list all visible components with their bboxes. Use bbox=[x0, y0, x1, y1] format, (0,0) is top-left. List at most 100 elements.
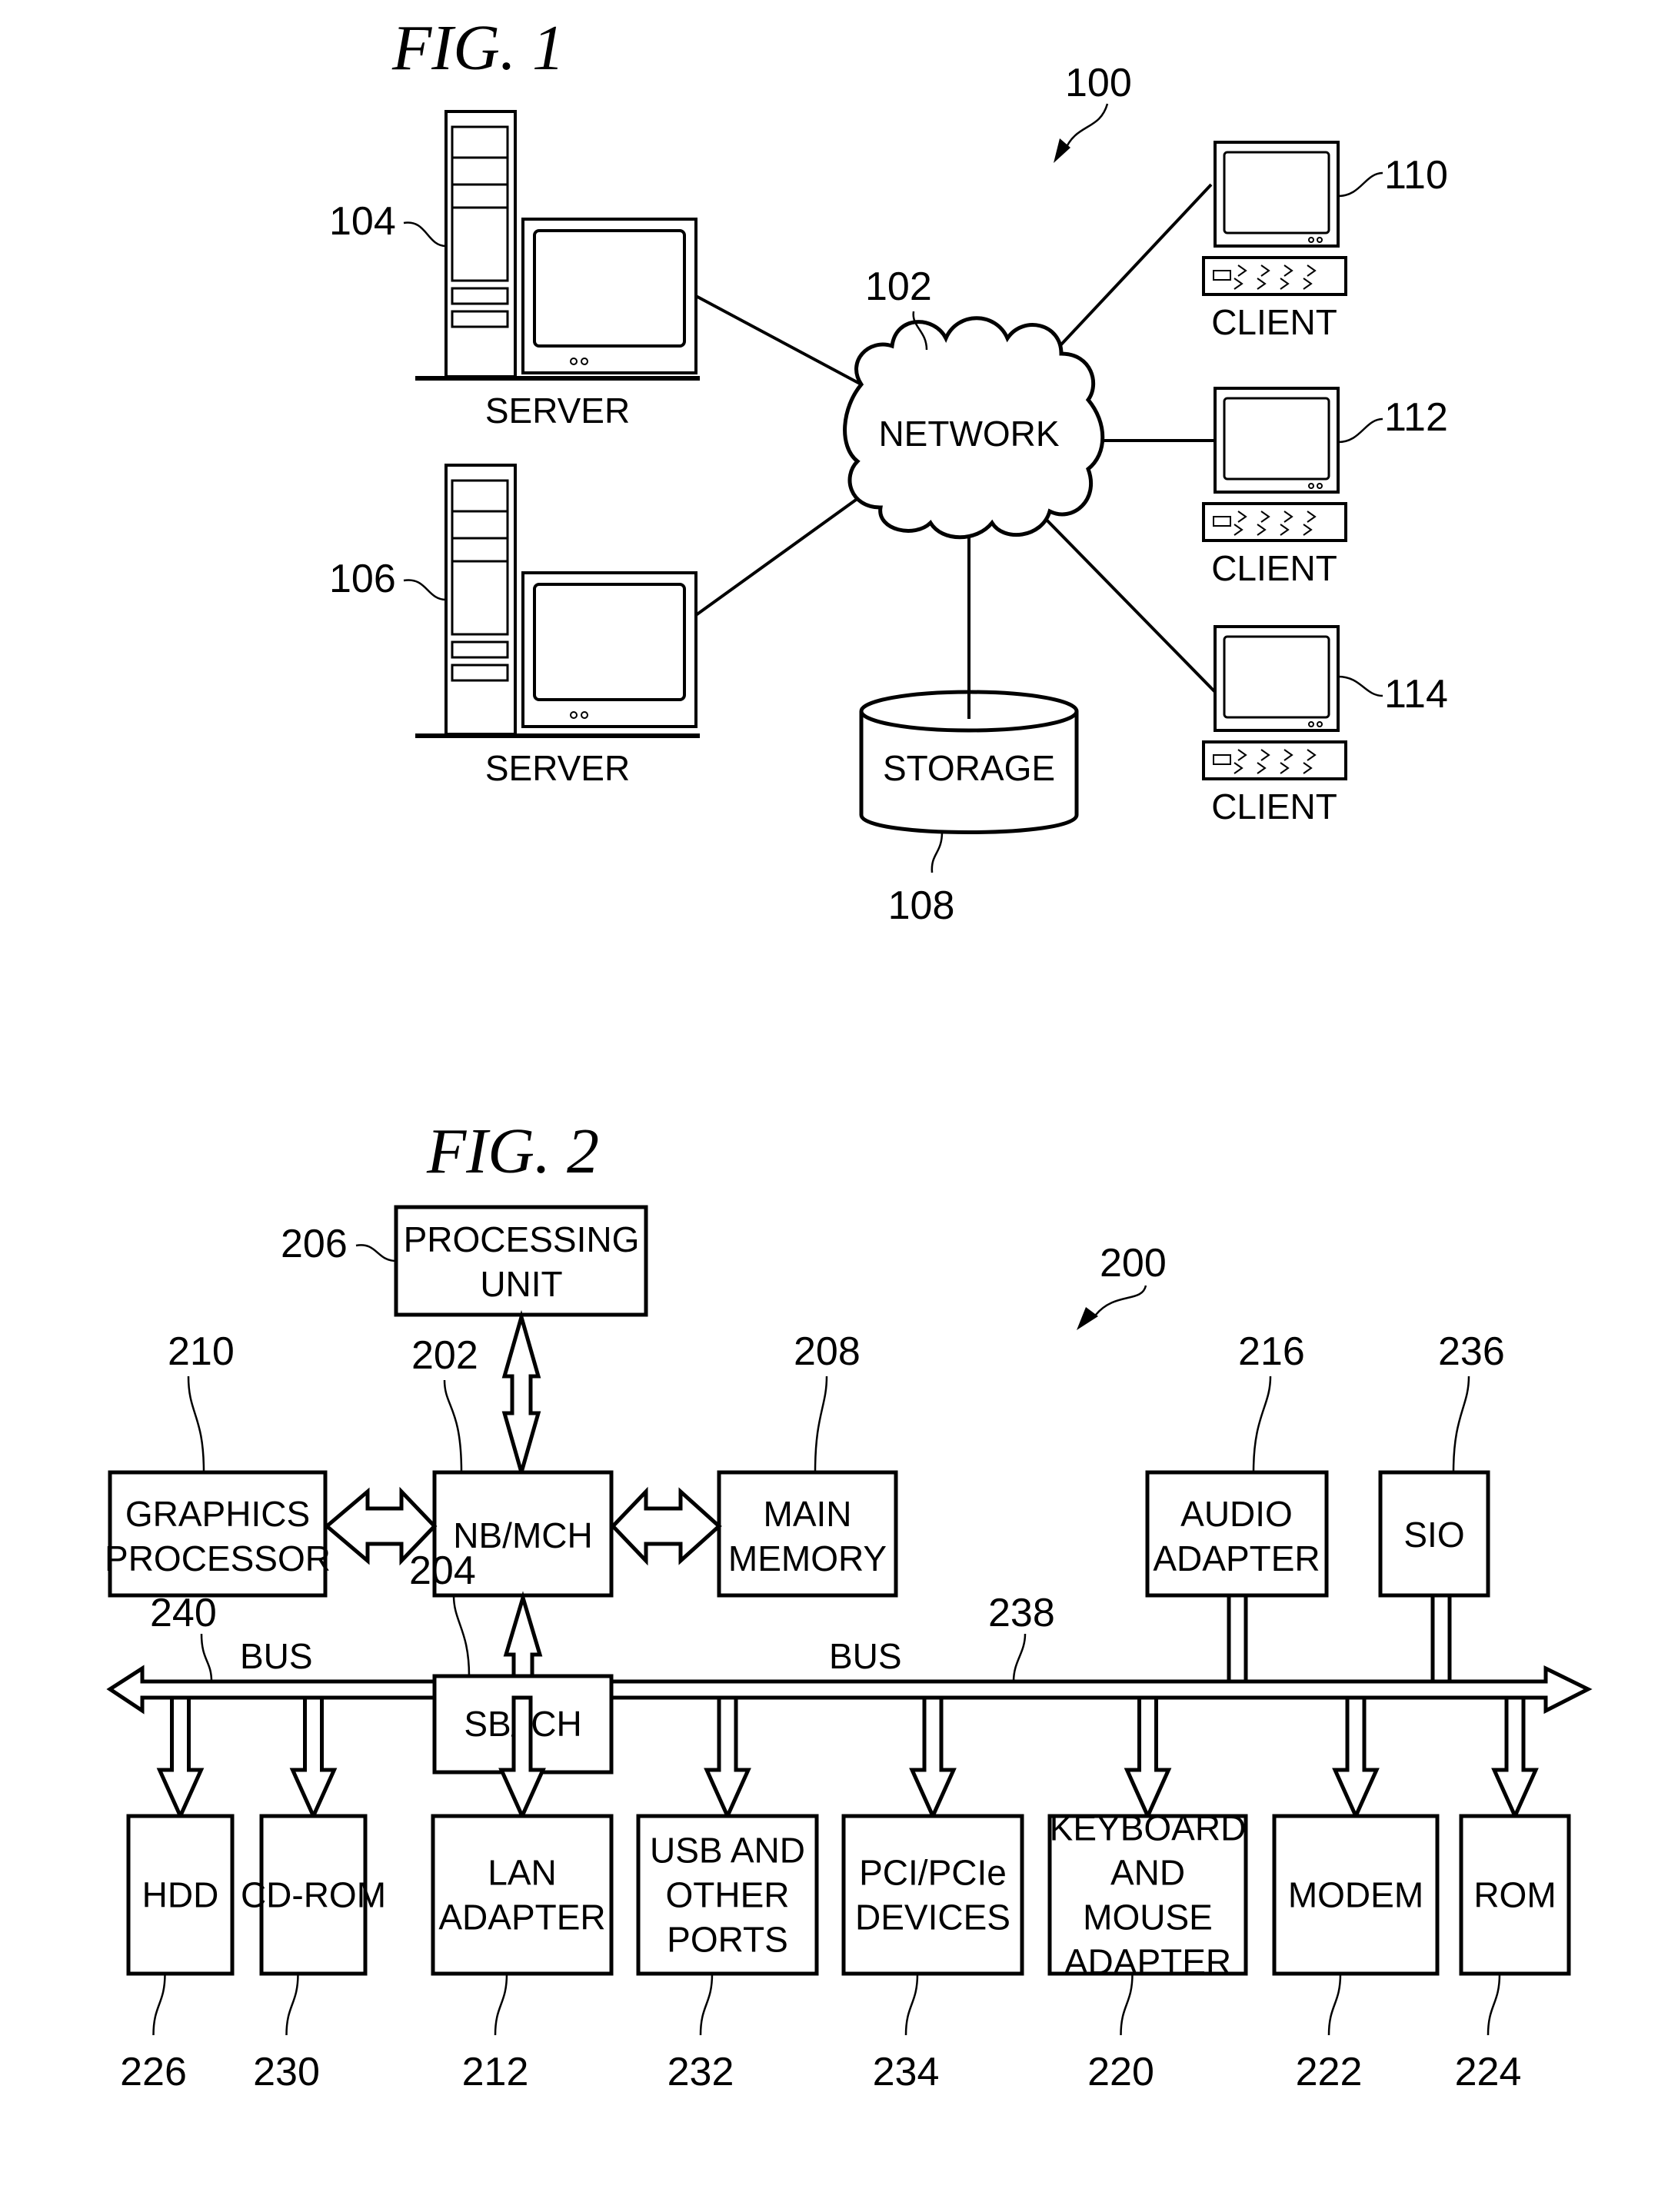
client-114-ref: 114 bbox=[1384, 672, 1448, 717]
client-110-icon bbox=[1202, 141, 1347, 296]
device-leader-222 bbox=[1327, 1973, 1342, 2036]
device-leader-234 bbox=[904, 1973, 919, 2036]
client-110-label: CLIENT bbox=[1211, 302, 1337, 342]
bus-left-leader bbox=[200, 1633, 213, 1682]
device-ref-224: 224 bbox=[1455, 2050, 1522, 2094]
client-110-leader bbox=[1337, 171, 1383, 198]
server-106-ref: 106 bbox=[329, 557, 396, 601]
device-label-226-1: HDD bbox=[142, 1875, 219, 1915]
graphics-leader bbox=[187, 1375, 205, 1473]
device-label-234-1: PCI/PCIe bbox=[859, 1853, 1007, 1893]
graphics-label-2: PROCESSOR bbox=[105, 1538, 331, 1578]
device-label-222-1: MODEM bbox=[1288, 1875, 1423, 1915]
link-network-client114 bbox=[1037, 510, 1217, 694]
figure-1: FIG. 1 100 NETWORK 102 SERVER 104 SERVER… bbox=[329, 12, 1448, 928]
bus-to-pci-pcie-arrow bbox=[909, 1695, 957, 1821]
device-ref-234: 234 bbox=[873, 2050, 940, 2094]
nb-mch-leader bbox=[443, 1379, 463, 1473]
audio-leader bbox=[1252, 1375, 1272, 1473]
patent-drawing: FIG. 1 100 NETWORK 102 SERVER 104 SERVER… bbox=[105, 12, 1593, 2094]
device-label-212-2: ADAPTER bbox=[438, 1898, 605, 1938]
audio-ref: 216 bbox=[1238, 1329, 1305, 1374]
device-ref-232: 232 bbox=[668, 2050, 734, 2094]
nb-mch-ref: 202 bbox=[411, 1333, 478, 1378]
client-110-ref: 110 bbox=[1384, 153, 1448, 198]
system-ref-100: 100 bbox=[1065, 61, 1132, 105]
device-row: HDD 226 CD-ROM 230 LAN ADAPTER 212 USB ANDOTHER… bbox=[120, 1695, 1571, 2094]
sb-ich-leader bbox=[452, 1595, 471, 1677]
device-label-212-1: LAN bbox=[488, 1853, 556, 1893]
client-112-label: CLIENT bbox=[1211, 548, 1337, 588]
link-network-client110 bbox=[1037, 183, 1213, 371]
device-box-234 bbox=[841, 1814, 1024, 1976]
bus-left-label: BUS bbox=[240, 1636, 313, 1676]
client-114-leader bbox=[1337, 675, 1383, 697]
server-104-leader bbox=[403, 221, 447, 248]
device-leader-220 bbox=[1120, 1973, 1134, 2036]
device-ref-220: 220 bbox=[1087, 2050, 1154, 2094]
device-label-232-1: USB AND bbox=[650, 1831, 805, 1871]
server-106-label: SERVER bbox=[485, 748, 630, 788]
system-100-leader bbox=[1064, 103, 1109, 151]
storage-ref: 108 bbox=[888, 883, 955, 928]
bus-right-leader bbox=[1012, 1633, 1027, 1682]
bus-to-usb-and-arrow bbox=[704, 1695, 751, 1821]
system-100-arrowhead bbox=[1054, 138, 1070, 163]
client-112-icon bbox=[1202, 387, 1347, 542]
figure-2: FIG. 2 200 PROCESSING UNIT 206 NB/MCH 20… bbox=[105, 1116, 1593, 2094]
processing-unit-leader bbox=[355, 1244, 397, 1262]
server-106-icon bbox=[415, 464, 700, 738]
bus-right-ref: 238 bbox=[988, 1591, 1055, 1635]
bus-to-hdd-arrow bbox=[156, 1695, 205, 1821]
device-leader-230 bbox=[285, 1973, 299, 2036]
fig1-title: FIG. 1 bbox=[391, 12, 564, 84]
sio-leader bbox=[1452, 1375, 1470, 1473]
pu-nb-bidirectional-arrow bbox=[501, 1309, 541, 1480]
graphics-label-1: GRAPHICS bbox=[125, 1494, 310, 1534]
sio-label: SIO bbox=[1403, 1515, 1464, 1555]
device-label-220-3: MOUSE bbox=[1083, 1898, 1213, 1938]
device-ref-222: 222 bbox=[1296, 2050, 1363, 2094]
bus-to-modem-arrow bbox=[1332, 1695, 1380, 1821]
server-104-label: SERVER bbox=[485, 391, 630, 431]
sb-ich-ref: 204 bbox=[409, 1548, 476, 1593]
client-114-icon bbox=[1202, 625, 1347, 780]
bus-right-label: BUS bbox=[829, 1636, 902, 1676]
link-server106-network bbox=[694, 494, 863, 617]
device-label-230-1: CD-ROM bbox=[241, 1875, 386, 1915]
audio-label-1: AUDIO bbox=[1180, 1494, 1293, 1534]
client-114-label: CLIENT bbox=[1211, 787, 1337, 827]
storage-label: STORAGE bbox=[883, 748, 1055, 788]
processing-unit-label-1: PROCESSING bbox=[404, 1219, 640, 1259]
main-memory-leader bbox=[814, 1375, 828, 1473]
device-label-234-2: DEVICES bbox=[855, 1898, 1010, 1938]
device-ref-212: 212 bbox=[462, 2050, 529, 2094]
main-memory-ref: 208 bbox=[794, 1329, 861, 1374]
device-leader-226 bbox=[152, 1973, 166, 2036]
bus-to-rom-arrow bbox=[1491, 1695, 1539, 1821]
device-box-212 bbox=[431, 1814, 614, 1976]
network-label: NETWORK bbox=[878, 414, 1059, 454]
client-112-leader bbox=[1337, 417, 1383, 444]
device-leader-232 bbox=[699, 1973, 714, 2036]
audio-label-2: ADAPTER bbox=[1153, 1538, 1320, 1578]
network-ref: 102 bbox=[865, 264, 932, 309]
fig2-title: FIG. 2 bbox=[426, 1116, 599, 1187]
server-104-ref: 104 bbox=[329, 199, 396, 244]
system-200-arrowhead bbox=[1077, 1307, 1098, 1330]
device-label-232-2: OTHER bbox=[666, 1875, 790, 1915]
processing-unit-ref: 206 bbox=[281, 1222, 348, 1266]
device-label-224-1: ROM bbox=[1473, 1875, 1556, 1915]
bus-left-ref: 240 bbox=[150, 1591, 217, 1635]
device-label-232-3: PORTS bbox=[667, 1920, 788, 1960]
bus-to-cd-rom-arrow bbox=[289, 1695, 338, 1821]
device-ref-230: 230 bbox=[253, 2050, 320, 2094]
main-memory-label-1: MAIN bbox=[764, 1494, 852, 1534]
device-ref-226: 226 bbox=[120, 2050, 187, 2094]
nb-memory-bidirectional-arrow bbox=[610, 1486, 722, 1566]
device-label-220-2: AND bbox=[1110, 1853, 1185, 1893]
device-leader-212 bbox=[494, 1973, 508, 2036]
client-112-ref: 112 bbox=[1384, 395, 1448, 440]
system-ref-200: 200 bbox=[1100, 1241, 1167, 1286]
graphics-ref: 210 bbox=[168, 1329, 235, 1374]
